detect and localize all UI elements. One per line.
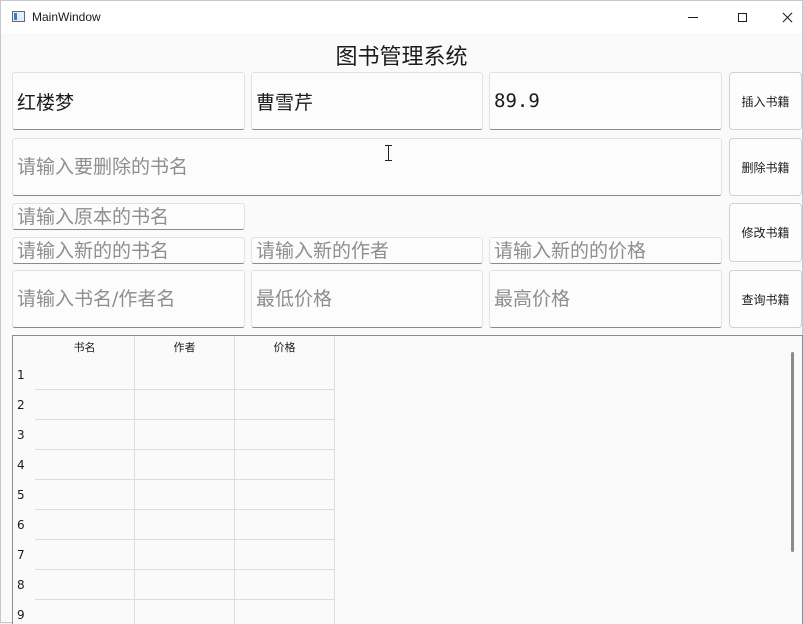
close-icon: [782, 12, 793, 23]
table-cell[interactable]: [35, 510, 135, 540]
row-header[interactable]: 1: [13, 360, 35, 390]
insert-book-name-input[interactable]: [12, 72, 245, 130]
title-bar[interactable]: MainWindow: [1, 1, 802, 33]
row-header[interactable]: 8: [13, 570, 35, 600]
delete-book-button[interactable]: 删除书籍: [729, 138, 802, 196]
table-cell[interactable]: [35, 540, 135, 570]
modify-new-author-input[interactable]: [251, 237, 483, 264]
insert-author-input[interactable]: [251, 72, 483, 130]
modify-old-name-input[interactable]: [12, 203, 245, 230]
table-cell[interactable]: [35, 360, 135, 390]
page-title: 图书管理系统: [335, 45, 468, 70]
table-cell[interactable]: [235, 600, 335, 624]
table-cell[interactable]: [135, 600, 235, 624]
app-window-icon: [12, 11, 25, 22]
table-cell[interactable]: [35, 570, 135, 600]
main-window: MainWindow 图书管理系统 插入书籍 删除书籍 修改书籍 查询书籍 书名…: [0, 0, 803, 624]
table-cell[interactable]: [235, 390, 335, 420]
vertical-scrollbar[interactable]: [791, 352, 794, 552]
table-cell[interactable]: [235, 450, 335, 480]
table-cell[interactable]: [235, 420, 335, 450]
table-cell[interactable]: [135, 420, 235, 450]
query-book-button[interactable]: 查询书籍: [729, 270, 802, 328]
query-min-price-input[interactable]: [251, 270, 483, 328]
table-cell[interactable]: [135, 360, 235, 390]
row-header[interactable]: 5: [13, 480, 35, 510]
modify-new-price-input[interactable]: [489, 237, 722, 264]
table-cell[interactable]: [135, 510, 235, 540]
table-cell[interactable]: [235, 540, 335, 570]
row-header[interactable]: 7: [13, 540, 35, 570]
table-cell[interactable]: [235, 480, 335, 510]
table-cell[interactable]: [235, 510, 335, 540]
minimize-button[interactable]: [670, 1, 716, 33]
row-header[interactable]: 2: [13, 390, 35, 420]
modify-new-name-input[interactable]: [12, 237, 245, 264]
row-header[interactable]: 3: [13, 420, 35, 450]
maximize-icon: [737, 12, 747, 22]
text-cursor-icon: [384, 145, 393, 161]
insert-book-button[interactable]: 插入书籍: [729, 72, 802, 130]
window-title: MainWindow: [32, 10, 101, 24]
table-cell[interactable]: [135, 390, 235, 420]
table-cell[interactable]: [135, 570, 235, 600]
query-max-price-input[interactable]: [489, 270, 722, 328]
table-cell[interactable]: [35, 450, 135, 480]
table-cell[interactable]: [35, 420, 135, 450]
insert-price-input[interactable]: [489, 72, 722, 130]
modify-book-button[interactable]: 修改书籍: [729, 203, 802, 262]
table-cell[interactable]: [235, 360, 335, 390]
table-corner[interactable]: [13, 336, 35, 360]
row-header[interactable]: 9: [13, 600, 35, 624]
query-keyword-input[interactable]: [12, 270, 245, 328]
maximize-button[interactable]: [719, 1, 765, 33]
table-cell[interactable]: [135, 450, 235, 480]
delete-book-name-input[interactable]: [12, 138, 722, 196]
table-cell[interactable]: [35, 600, 135, 624]
column-header-price[interactable]: 价格: [235, 336, 335, 360]
column-header-name[interactable]: 书名: [35, 336, 135, 360]
minimize-icon: [688, 16, 698, 18]
table-cell[interactable]: [35, 390, 135, 420]
close-button[interactable]: [764, 1, 803, 33]
book-table[interactable]: 书名 作者 价格 1 2 3 4 5 6 7 8 9: [12, 335, 803, 624]
table-cell[interactable]: [135, 540, 235, 570]
row-header[interactable]: 4: [13, 450, 35, 480]
table-cell[interactable]: [135, 480, 235, 510]
column-header-author[interactable]: 作者: [135, 336, 235, 360]
table-cell[interactable]: [235, 570, 335, 600]
table-cell[interactable]: [35, 480, 135, 510]
row-header[interactable]: 6: [13, 510, 35, 540]
